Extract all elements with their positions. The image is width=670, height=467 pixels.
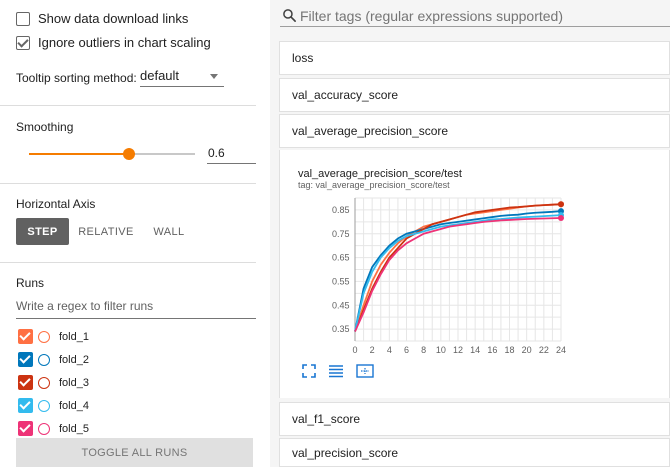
runs-filter-input[interactable]: Write a regex to filter runs (16, 299, 256, 319)
x-tick-label: 0 (352, 345, 357, 355)
x-tick-label: 16 (487, 345, 497, 355)
ignore-outliers-row[interactable]: Ignore outliers in chart scaling (16, 35, 211, 50)
divider (0, 262, 256, 263)
runs-title: Runs (16, 276, 45, 290)
smoothing-input[interactable]: 0.6 (207, 146, 256, 164)
toggle-all-runs-button[interactable]: TOGGLE ALL RUNS (16, 438, 253, 467)
series-end-point (558, 215, 564, 222)
run-checkbox[interactable] (18, 352, 33, 367)
y-tick-label: 0.35 (332, 324, 350, 334)
x-tick-label: 12 (453, 345, 463, 355)
run-color-icon[interactable] (38, 422, 50, 435)
run-row-1[interactable]: fold_1 (18, 329, 89, 344)
haxis-relative-button[interactable]: RELATIVE (76, 218, 136, 245)
divider (0, 105, 256, 106)
line-chart[interactable]: 0.350.450.550.650.750.850 2 4 6 8 10 12 14 16 18 2… (280, 150, 670, 398)
chart-card: val_average_precision_score/test tag: va… (279, 150, 670, 398)
x-tick-label: 14 (470, 345, 480, 355)
x-tick-label: 20 (522, 345, 532, 355)
run-label: fold_1 (59, 330, 89, 343)
x-tick-label: 18 (504, 345, 514, 355)
smoothing-title: Smoothing (16, 120, 74, 134)
run-color-icon[interactable] (38, 353, 50, 366)
smoothing-slider[interactable] (29, 148, 195, 160)
run-row-3[interactable]: fold_3 (18, 375, 89, 390)
run-checkbox[interactable] (18, 375, 33, 390)
run-checkbox[interactable] (18, 421, 33, 436)
horizontal-axis-title: Horizontal Axis (16, 197, 96, 211)
divider (0, 183, 256, 184)
y-tick-label: 0.55 (332, 276, 350, 286)
run-label: fold_4 (59, 399, 89, 412)
y-tick-label: 0.75 (332, 229, 350, 239)
x-tick-label: 24 (556, 345, 566, 355)
tag-filter-bar[interactable]: Filter tags (regular expressions support… (280, 4, 670, 27)
run-label: fold_3 (59, 376, 89, 389)
run-label: fold_5 (59, 422, 89, 435)
x-tick-label: 4 (387, 345, 392, 355)
fullscreen-icon[interactable] (302, 364, 316, 383)
x-tick-label: 6 (404, 345, 409, 355)
tooltip-sorting-value: default (140, 68, 180, 83)
y-tick-label: 0.45 (332, 300, 350, 310)
x-tick-label: 8 (421, 345, 426, 355)
chart-toolbar (302, 364, 386, 383)
chart-panel: val_average_precision_score/test tag: va… (279, 150, 670, 398)
run-row-5[interactable]: fold_5 (18, 421, 89, 436)
show-download-row[interactable]: Show data download links (16, 11, 188, 26)
fit-domain-icon[interactable] (356, 364, 374, 383)
run-row-2[interactable]: fold_2 (18, 352, 89, 367)
chevron-down-icon (210, 74, 218, 79)
x-tick-label: 2 (370, 345, 375, 355)
x-tick-label: 22 (539, 345, 549, 355)
tooltip-sorting-label: Tooltip sorting method: (16, 71, 137, 85)
show-download-label: Show data download links (38, 11, 189, 26)
run-checkbox[interactable] (18, 329, 33, 344)
tag-card-val-accuracy[interactable]: val_accuracy_score (279, 78, 670, 112)
run-label: fold_2 (59, 353, 89, 366)
show-download-checkbox[interactable] (16, 11, 30, 26)
series-end-point (558, 201, 564, 208)
tag-card-loss[interactable]: loss (279, 41, 670, 75)
tag-card-val-precision[interactable]: val_precision_score (279, 438, 670, 467)
smoothing-slider-fill (29, 153, 129, 155)
tooltip-sorting-select[interactable]: default (140, 68, 224, 87)
search-icon (283, 9, 296, 22)
run-color-icon[interactable] (38, 330, 50, 343)
haxis-wall-button[interactable]: WALL (144, 218, 194, 245)
haxis-step-button[interactable]: STEP (16, 218, 69, 245)
tag-card-val-f1[interactable]: val_f1_score (279, 402, 670, 436)
sidebar: Show data download links Ignore outliers… (0, 0, 270, 467)
tag-filter-input[interactable]: Filter tags (regular expressions support… (300, 8, 563, 24)
smoothing-slider-thumb[interactable] (122, 148, 135, 160)
ignore-outliers-label: Ignore outliers in chart scaling (38, 35, 211, 50)
run-row-4[interactable]: fold_4 (18, 398, 89, 413)
run-color-icon[interactable] (38, 376, 50, 389)
log-scale-icon[interactable] (328, 364, 344, 383)
ignore-outliers-checkbox[interactable] (16, 35, 30, 50)
run-checkbox[interactable] (18, 398, 33, 413)
tag-card-val-average-precision[interactable]: val_average_precision_score (279, 114, 670, 148)
run-color-icon[interactable] (38, 399, 50, 412)
y-tick-label: 0.65 (332, 253, 350, 263)
y-tick-label: 0.85 (332, 205, 350, 215)
x-tick-label: 10 (436, 345, 446, 355)
